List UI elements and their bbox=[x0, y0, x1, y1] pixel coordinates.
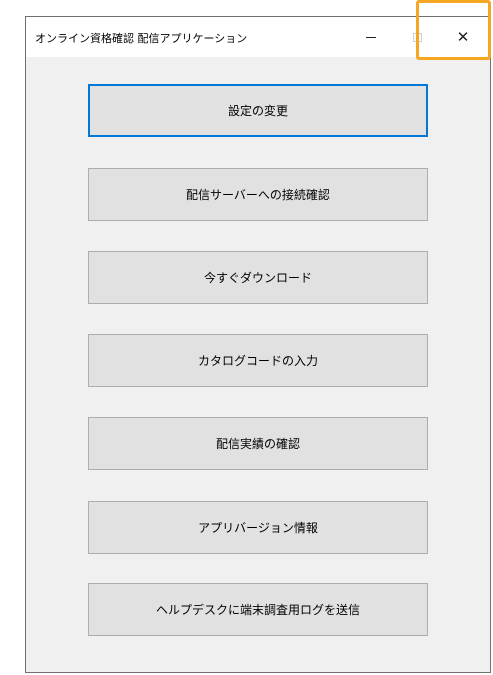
app-window: オンライン資格確認 配信アプリケーション ✕ 設定の変更 配信サーバーへの接続確… bbox=[25, 16, 491, 673]
server-connection-check-button[interactable]: 配信サーバーへの接続確認 bbox=[88, 168, 428, 221]
close-icon: ✕ bbox=[456, 28, 470, 46]
settings-change-button[interactable]: 設定の変更 bbox=[88, 84, 428, 137]
app-version-info-button[interactable]: アプリバージョン情報 bbox=[88, 501, 428, 554]
maximize-button bbox=[394, 17, 440, 57]
minimize-icon bbox=[366, 36, 376, 38]
catalog-code-input-button[interactable]: カタログコードの入力 bbox=[88, 334, 428, 387]
close-button[interactable]: ✕ bbox=[440, 17, 486, 57]
download-now-button[interactable]: 今すぐダウンロード bbox=[88, 251, 428, 304]
delivery-history-button[interactable]: 配信実績の確認 bbox=[88, 417, 428, 470]
window-title: オンライン資格確認 配信アプリケーション bbox=[35, 32, 248, 45]
minimize-button[interactable] bbox=[348, 17, 394, 57]
title-bar[interactable]: オンライン資格確認 配信アプリケーション ✕ bbox=[26, 17, 490, 57]
send-logs-to-helpdesk-button[interactable]: ヘルプデスクに端末調査用ログを送信 bbox=[88, 583, 428, 636]
maximize-icon bbox=[412, 32, 422, 42]
